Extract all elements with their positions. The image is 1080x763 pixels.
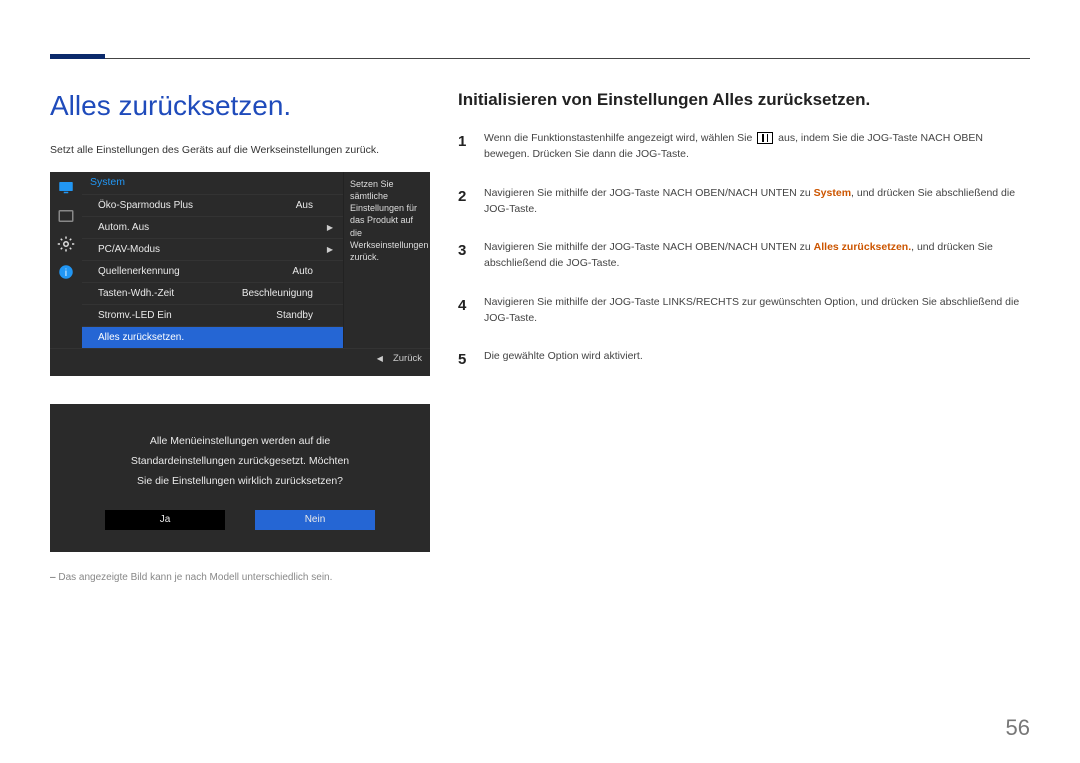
- page-number: 56: [1006, 715, 1030, 741]
- instructions-title: Initialisieren von Einstellungen Alles z…: [458, 90, 1030, 110]
- menu-icon: [757, 132, 773, 144]
- osd-row: Alles zurücksetzen.: [82, 326, 343, 348]
- osd-back-label: Zurück: [393, 353, 422, 364]
- osd-row-label: PC/AV-Modus: [98, 244, 160, 255]
- section-intro: Setzt alle Einstellungen des Geräts auf …: [50, 144, 430, 156]
- osd-row: Tasten-Wdh.-Zeit Beschleunigung: [82, 282, 343, 304]
- confirm-dialog-screenshot: Alle Menüeinstellungen werden auf die St…: [50, 404, 430, 552]
- step-body: Wenn die Funktionstastenhilfe angezeigt …: [484, 130, 1030, 163]
- osd-row-value: Beschleunigung: [242, 288, 313, 299]
- step-number: 5: [458, 348, 470, 371]
- osd-description: Setzen Sie sämtliche Einstellungen für d…: [343, 172, 430, 348]
- svg-text:i: i: [65, 268, 67, 279]
- header-rule: [50, 58, 1030, 59]
- chevron-right-icon: ▶: [327, 223, 333, 232]
- step-number: 2: [458, 185, 470, 218]
- back-arrow-icon: ◀: [377, 354, 383, 363]
- osd-row-label: Alles zurücksetzen.: [98, 332, 184, 343]
- osd-row-label: Quellenerkennung: [98, 266, 180, 277]
- osd-row: PC/AV-Modus ▶: [82, 238, 343, 260]
- dialog-yes-button: Ja: [105, 510, 225, 530]
- gear-icon: [56, 234, 76, 254]
- osd-row-label: Tasten-Wdh.-Zeit: [98, 288, 174, 299]
- instruction-step: 5 Die gewählte Option wird aktiviert.: [458, 348, 1030, 371]
- osd-row: Stromv.-LED Ein Standby: [82, 304, 343, 326]
- osd-row-value: Aus: [296, 200, 313, 211]
- header-accent: [50, 54, 105, 59]
- osd-row-label: Stromv.-LED Ein: [98, 310, 172, 321]
- step-body: Die gewählte Option wird aktiviert.: [484, 348, 1030, 371]
- right-column: Initialisieren von Einstellungen Alles z…: [458, 90, 1030, 583]
- instruction-step: 2 Navigieren Sie mithilfe der JOG-Taste N…: [458, 185, 1030, 218]
- osd-row: Quellenerkennung Auto: [82, 260, 343, 282]
- instruction-step: 1 Wenn die Funktionstastenhilfe angezeigt…: [458, 130, 1030, 163]
- step-number: 1: [458, 130, 470, 163]
- picture-icon: [56, 206, 76, 226]
- dialog-text-3: Sie die Einstellungen wirklich zurückset…: [70, 472, 410, 492]
- osd-row: Autom. Aus ▶: [82, 216, 343, 238]
- monitor-icon: [56, 178, 76, 198]
- step-emphasis: System: [814, 187, 851, 199]
- dialog-text-2: Standardeinstellungen zurückgesetzt. Möc…: [70, 452, 410, 472]
- step-emphasis: Alles zurücksetzen.: [814, 241, 911, 253]
- chevron-right-icon: ▶: [327, 245, 333, 254]
- osd-row-label: Autom. Aus: [98, 222, 149, 233]
- osd-tab-icons: i: [50, 172, 82, 348]
- instruction-step: 3 Navigieren Sie mithilfe der JOG-Taste N…: [458, 239, 1030, 272]
- instruction-step: 4 Navigieren Sie mithilfe der JOG-Taste L…: [458, 294, 1030, 327]
- dialog-text-1: Alle Menüeinstellungen werden auf die: [70, 432, 410, 452]
- step-body: Navigieren Sie mithilfe der JOG-Taste LI…: [484, 294, 1030, 327]
- image-disclaimer-note: Das angezeigte Bild kann je nach Modell …: [50, 572, 430, 583]
- osd-menu-screenshot: i System Öko-Sparmodus Plus Aus Autom. Aus…: [50, 172, 430, 376]
- page-content: Alles zurücksetzen. Setzt alle Einstellu…: [50, 90, 1030, 583]
- osd-row: Öko-Sparmodus Plus Aus: [82, 194, 343, 216]
- section-title: Alles zurücksetzen.: [50, 90, 430, 122]
- osd-item-list: Öko-Sparmodus PlusAusAutom. Aus▶PC/AV-Mo…: [82, 194, 343, 348]
- step-body: Navigieren Sie mithilfe der JOG-Taste NA…: [484, 185, 1030, 218]
- left-column: Alles zurücksetzen. Setzt alle Einstellu…: [50, 90, 430, 583]
- step-number: 4: [458, 294, 470, 327]
- step-body: Navigieren Sie mithilfe der JOG-Taste NA…: [484, 239, 1030, 272]
- osd-main-panel: System Öko-Sparmodus PlusAusAutom. Aus▶P…: [82, 172, 343, 348]
- osd-row-label: Öko-Sparmodus Plus: [98, 200, 193, 211]
- info-icon: i: [56, 262, 76, 282]
- osd-row-value: Auto: [292, 266, 313, 277]
- osd-footer: ◀ Zurück: [50, 348, 430, 368]
- instruction-steps: 1 Wenn die Funktionstastenhilfe angezeigt…: [458, 130, 1030, 371]
- osd-row-value: Standby: [276, 310, 313, 321]
- dialog-no-button: Nein: [255, 510, 375, 530]
- osd-category-title: System: [82, 172, 343, 194]
- step-number: 3: [458, 239, 470, 272]
